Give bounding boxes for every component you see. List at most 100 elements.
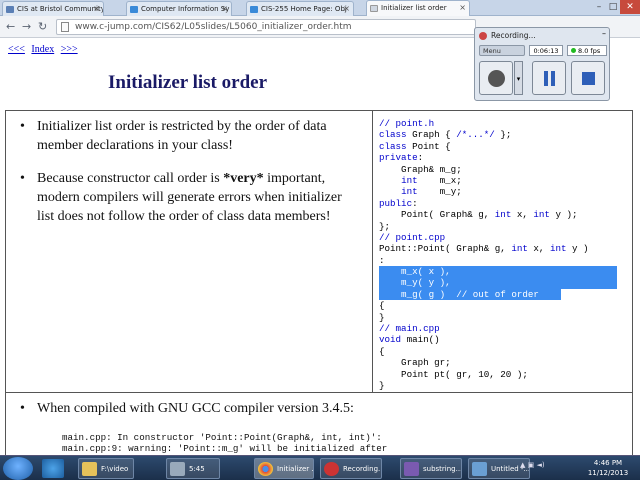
maximize-button[interactable]: □ xyxy=(606,0,620,14)
chrome-icon xyxy=(258,462,273,476)
taskbar-item-label: F:\video xyxy=(101,465,129,473)
highlighted-code-line: m_x( x ), xyxy=(379,266,617,278)
page-title: Initializer list order xyxy=(108,72,268,93)
clock-date: 11/12/2013 xyxy=(587,469,629,477)
index-link[interactable]: Index xyxy=(31,44,54,55)
code-line: Point::Point( Graph& g, int x, int y ) xyxy=(379,243,589,255)
emphasis-very: *very* xyxy=(223,171,264,186)
code-listing: // point.h class Graph { /*...*/ }; class … xyxy=(379,118,631,391)
folder-icon xyxy=(82,462,97,476)
favicon-icon xyxy=(130,6,138,13)
recorder-minimize-button[interactable]: – xyxy=(602,29,606,38)
tab-close-icon[interactable]: × xyxy=(93,4,100,13)
tab-label: Initializer list order xyxy=(381,4,447,12)
taskbar: F:\video 5:45 Initializer ... Recording.… xyxy=(0,455,640,480)
code-line: Point pt( gr, 10, 20 ); xyxy=(379,368,528,380)
recorder-title: Recording... xyxy=(491,31,536,40)
prev-link[interactable]: <<< xyxy=(8,44,25,55)
code-line: { xyxy=(379,300,385,312)
recorder-elapsed-time: 0:06:13 xyxy=(529,45,563,56)
tab-label: CIS-255 Home Page: Obj xyxy=(261,5,347,13)
reload-icon[interactable]: ↻ xyxy=(38,20,47,33)
taskbar-item-recording[interactable]: Recording... xyxy=(320,458,382,479)
compiler-output: main.cpp: In constructor 'Point::Point(G… xyxy=(62,432,387,455)
stop-icon xyxy=(582,72,595,85)
system-tray: ▲ ▣ ◄) xyxy=(520,461,545,469)
network-icon[interactable]: ▣ xyxy=(528,461,535,469)
tab-cis255[interactable]: CIS-255 Home Page: Obj × xyxy=(246,1,354,16)
code-line: } xyxy=(379,311,385,323)
vs-icon xyxy=(404,462,419,476)
bullet-list: Initializer list order is restricted by … xyxy=(20,117,360,240)
record-icon xyxy=(488,70,505,87)
next-link[interactable]: >>> xyxy=(61,44,78,55)
code-line: int m_y; xyxy=(401,186,462,198)
stop-button[interactable] xyxy=(571,61,605,95)
favicon-icon xyxy=(250,6,258,13)
favicon-icon xyxy=(6,6,14,13)
tab-strip: CIS at Bristol Community × Computer Info… xyxy=(0,0,640,16)
code-line: Point( Graph& g, int x, int y ); xyxy=(379,209,578,221)
code-line: { xyxy=(379,345,385,357)
minimize-button[interactable]: – xyxy=(592,0,606,14)
taskbar-item-label: Recording... xyxy=(343,465,382,473)
compiler-output-line: main.cpp: In constructor 'Point::Point(G… xyxy=(62,432,382,443)
tab-close-icon[interactable]: × xyxy=(221,4,228,13)
tab-close-icon[interactable]: × xyxy=(459,3,466,12)
close-button[interactable]: ✕ xyxy=(620,0,640,14)
page-icon xyxy=(61,22,69,32)
url-text[interactable]: www.c-jump.com/CIS62/L05slides/L5060_ini… xyxy=(75,22,352,32)
taskbar-item-clock-app[interactable]: 5:45 xyxy=(166,458,220,479)
recording-indicator-icon xyxy=(479,32,487,40)
highlighted-code-line: m_y( y ), xyxy=(379,277,617,289)
highlighted-code-line: m_g( g ) // out of order xyxy=(379,288,561,301)
compiler-output-line: main.cpp:9: warning: 'Point::m_g' will b… xyxy=(62,443,388,455)
code-line: class Point { xyxy=(379,140,451,152)
volume-icon[interactable]: ◄) xyxy=(536,461,544,469)
tab-initializer[interactable]: Initializer list order × xyxy=(366,0,470,16)
ie-icon[interactable] xyxy=(42,459,64,478)
address-bar[interactable]: www.c-jump.com/CIS62/L05slides/L5060_ini… xyxy=(56,19,476,35)
code-line: private: xyxy=(379,152,424,164)
taskbar-item-label: 5:45 xyxy=(189,465,205,473)
page-icon xyxy=(370,5,378,12)
taskbar-item-substring[interactable]: substring... xyxy=(400,458,462,479)
recording-widget: Recording... – Menu 0:06:13 8.0 fps ▾ xyxy=(474,27,610,101)
bullet-compile-info: When compiled with GNU GCC compiler vers… xyxy=(20,399,520,418)
taskbar-item-label: Initializer ... xyxy=(277,465,314,473)
taskbar-item-explorer[interactable]: F:\video xyxy=(78,458,134,479)
tab-computer-info[interactable]: Computer Information Sy × xyxy=(126,1,232,16)
paint-icon xyxy=(472,462,487,476)
bullet-initializer-order: Initializer list order is restricted by … xyxy=(20,117,360,155)
recorder-icon xyxy=(324,462,339,476)
taskbar-item-label: substring... xyxy=(423,465,462,473)
code-line: // main.cpp xyxy=(379,323,440,335)
window-controls: – □ ✕ xyxy=(592,0,640,15)
code-line: class Graph { /*...*/ }; xyxy=(379,129,512,141)
slide-nav: <<< Index >>> xyxy=(8,44,82,55)
code-line: void main() xyxy=(379,334,440,346)
tab-label: CIS at Bristol Community xyxy=(17,5,104,13)
start-button[interactable] xyxy=(3,457,33,480)
tray-expand-icon[interactable]: ▲ xyxy=(520,461,525,469)
forward-arrow-icon[interactable]: → xyxy=(22,20,31,33)
record-button[interactable] xyxy=(479,61,513,95)
recorder-menu-button[interactable]: Menu xyxy=(479,45,525,56)
bullet-compiler-errors: Because constructor call order is *very*… xyxy=(20,169,360,226)
recorder-fps: 8.0 fps xyxy=(567,45,607,56)
window-icon xyxy=(170,462,185,476)
tab-cis-bristol[interactable]: CIS at Bristol Community × xyxy=(2,1,104,16)
tab-close-icon[interactable]: × xyxy=(343,4,350,13)
back-arrow-icon[interactable]: ← xyxy=(6,20,15,33)
code-line: // point.cpp xyxy=(379,231,446,243)
pause-button[interactable] xyxy=(532,61,566,95)
clock-time: 4:46 PM xyxy=(593,459,623,467)
column-divider xyxy=(372,110,373,393)
code-line: Graph& m_g; xyxy=(379,163,462,175)
bullet-text: Because constructor call order is xyxy=(37,171,224,186)
code-line: : xyxy=(379,254,385,266)
taskbar-item-chrome[interactable]: Initializer ... xyxy=(254,458,314,479)
record-options-dropdown[interactable]: ▾ xyxy=(514,61,523,95)
code-line: int m_x; xyxy=(401,174,462,186)
taskbar-clock[interactable]: 4:46 PM 11/12/2013 xyxy=(580,458,636,478)
